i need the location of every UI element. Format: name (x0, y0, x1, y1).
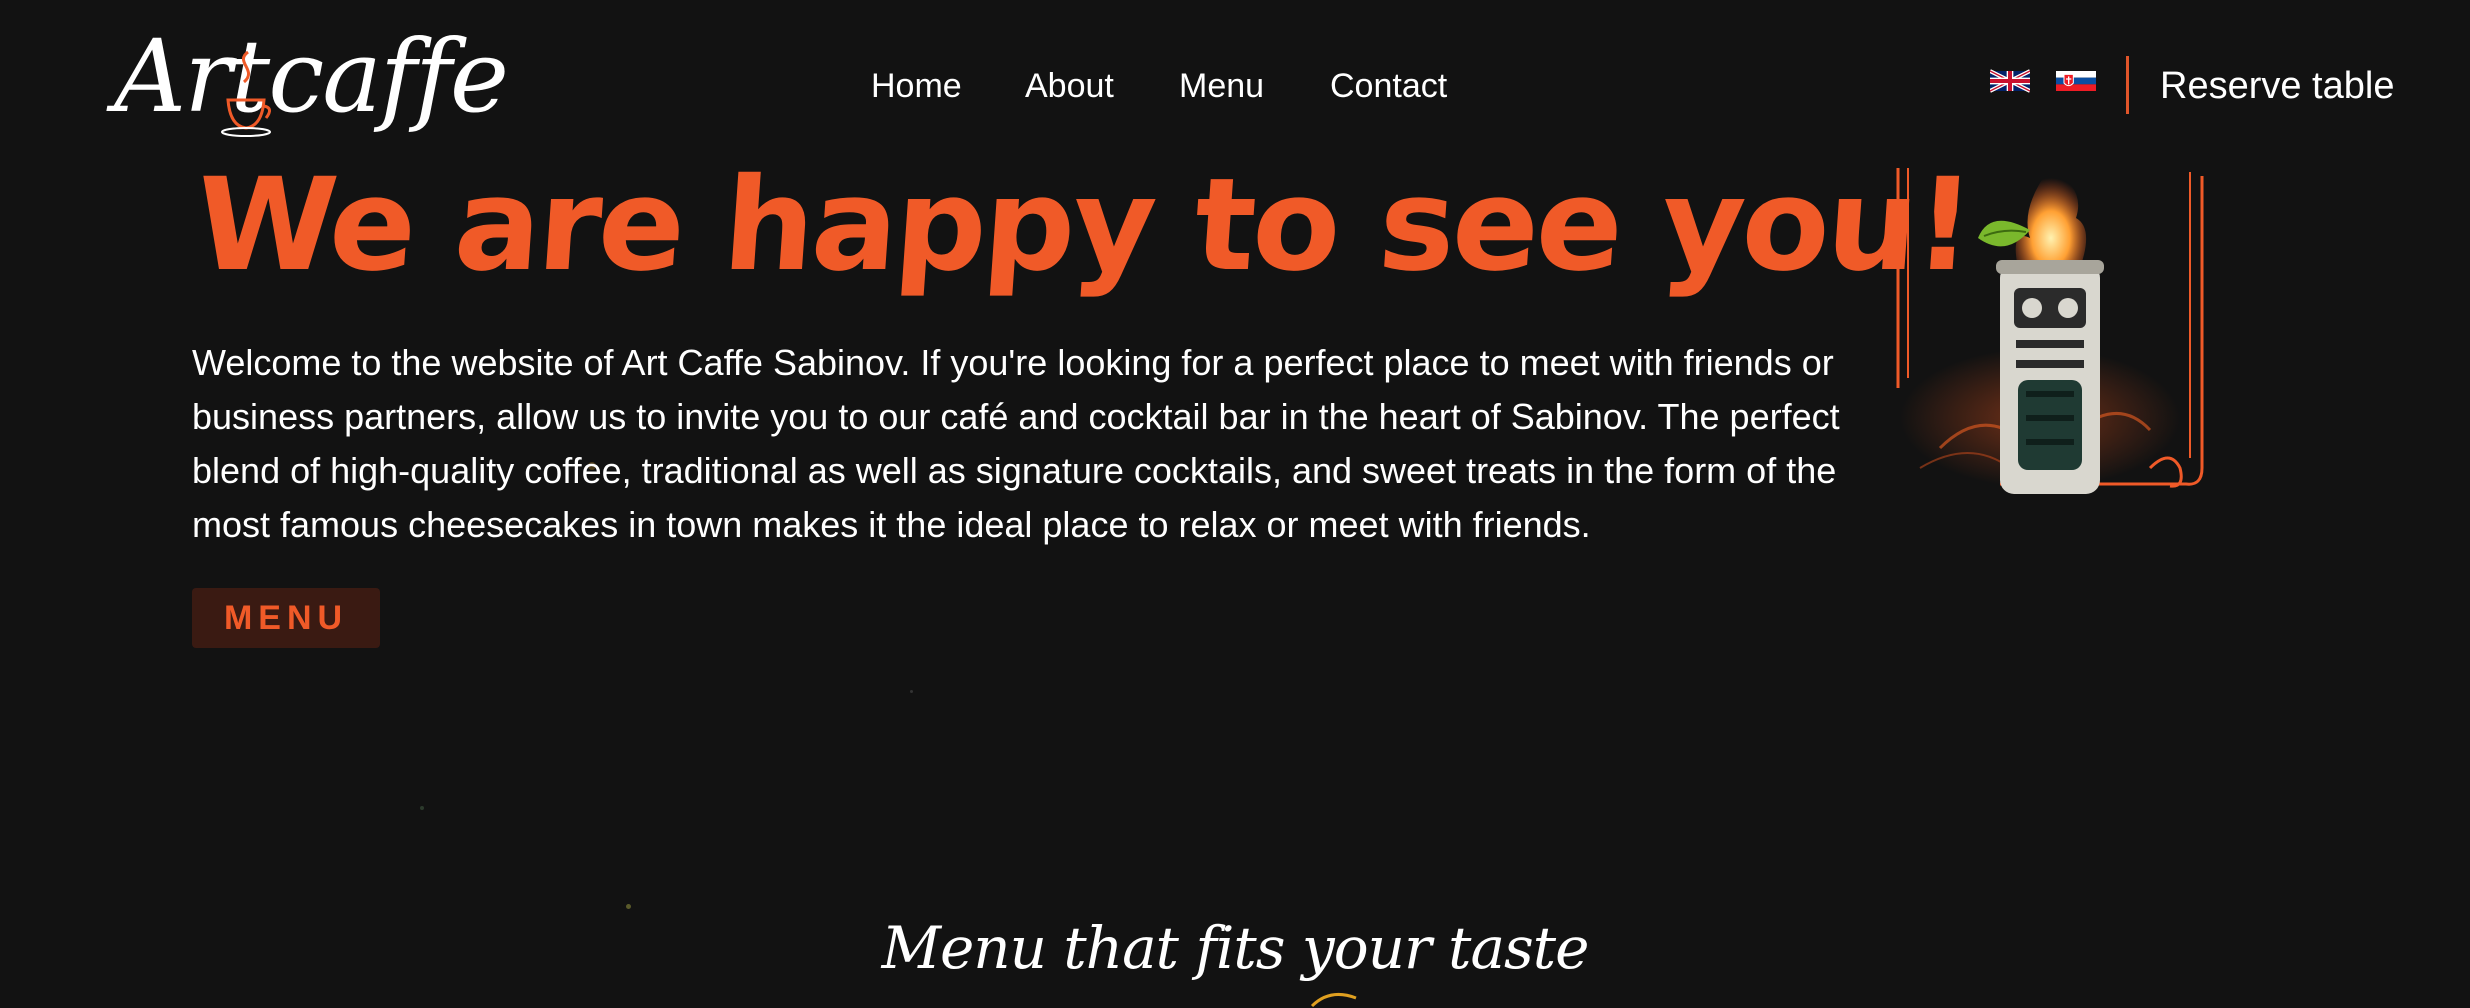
background-speck (910, 690, 913, 693)
header-divider (2126, 56, 2129, 114)
logo[interactable]: Artcaffe (114, 18, 509, 137)
reserve-table-link[interactable]: Reserve table (2160, 62, 2394, 110)
slovak-flag-icon[interactable] (2056, 66, 2096, 96)
menu-button[interactable]: MENU (192, 588, 380, 648)
hero-title: We are happy to see you! (190, 151, 1976, 300)
tiki-cocktail-image (1896, 168, 2204, 494)
swirl-ornament-icon (1310, 992, 1357, 1008)
background-speck (420, 806, 424, 810)
nav-home[interactable]: Home (871, 64, 962, 108)
coffee-cup-icon (221, 50, 271, 137)
nav-menu[interactable]: Menu (1179, 64, 1264, 108)
section-title: Menu that fits your taste (881, 914, 1590, 982)
hero-description: Welcome to the website of Art Caffe Sabi… (192, 342, 1840, 545)
nav-about[interactable]: About (1025, 64, 1114, 108)
logo-text: Artcaffe (114, 18, 509, 135)
nav-contact[interactable]: Contact (1330, 64, 1447, 108)
uk-flag-icon[interactable] (1990, 66, 2030, 96)
